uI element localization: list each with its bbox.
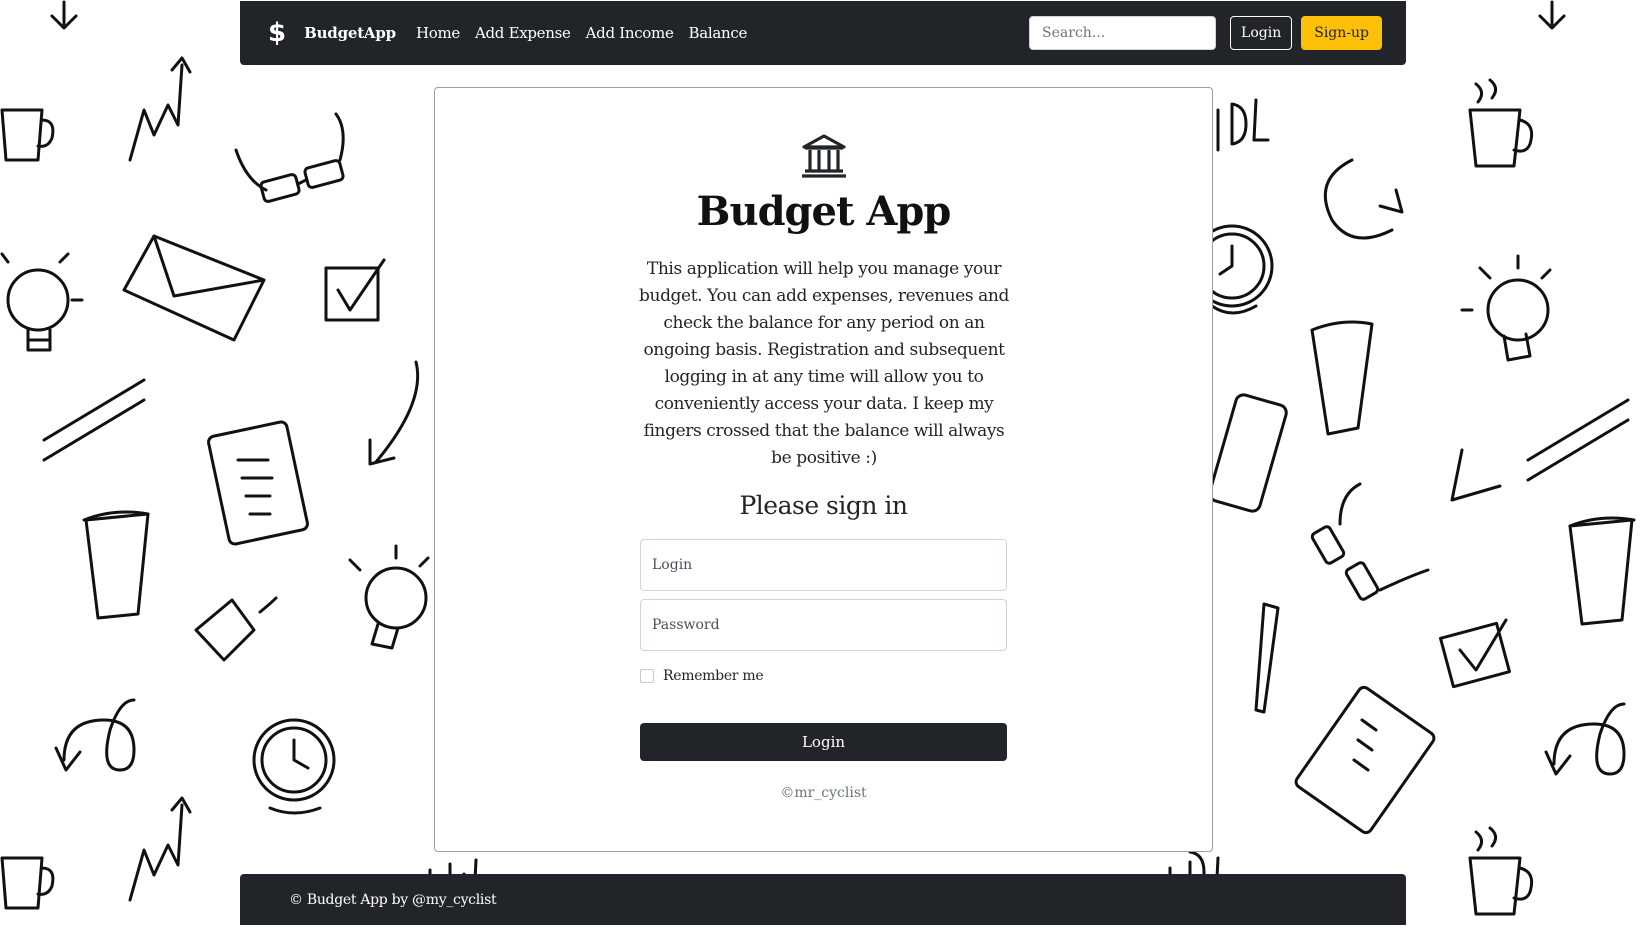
signin-heading: Please sign in <box>739 491 908 520</box>
footer-text: © Budget App by @my_cyclist <box>289 891 497 908</box>
coffee-cup-icon <box>0 108 55 162</box>
nav-links: Home Add Expense Add Income Balance <box>416 24 747 42</box>
arrow-down-icon <box>1538 0 1566 30</box>
remember-me-row: Remember me <box>640 668 764 684</box>
start-text-icon <box>42 378 146 462</box>
clipboard-icon <box>207 420 309 546</box>
clipboard-icon <box>1294 685 1436 835</box>
nav-signup-button[interactable]: Sign-up <box>1301 16 1382 50</box>
arrow-curve-icon <box>368 360 420 466</box>
login-submit-button[interactable]: Login <box>640 723 1007 761</box>
idea-text-icon <box>1216 98 1270 152</box>
lightbulb-icon <box>1460 254 1552 362</box>
envelope-icon <box>122 234 266 342</box>
remember-me-label[interactable]: Remember me <box>663 668 764 684</box>
nav-right: Login Sign-up <box>1029 16 1382 50</box>
nav-login-button[interactable]: Login <box>1230 16 1293 50</box>
loop-arrow-icon <box>54 698 136 772</box>
lightbulb-icon <box>0 252 84 352</box>
checkbox-icon <box>1439 618 1511 689</box>
start-text-icon <box>1526 398 1630 482</box>
coffee-cup-icon <box>1568 516 1636 626</box>
pen-icon <box>1254 602 1280 714</box>
card-copyright: ©mr_cyclist <box>780 785 867 801</box>
signin-card: Budget App This application will help yo… <box>434 87 1213 852</box>
glasses-icon <box>1310 482 1430 601</box>
nav-link-add-income[interactable]: Add Income <box>586 24 674 42</box>
top-navbar: $ BudgetApp Home Add Expense Add Income … <box>240 1 1406 65</box>
coffee-cup-icon <box>0 856 55 910</box>
arrow-corner-icon <box>1450 448 1502 502</box>
arrow-up-icon <box>128 56 192 162</box>
refresh-arrow-icon <box>1323 158 1404 240</box>
login-field[interactable] <box>640 539 1007 591</box>
dollar-icon: $ <box>268 18 287 48</box>
alarm-clock-icon <box>252 718 336 815</box>
page-footer: © Budget App by @my_cyclist <box>240 874 1406 925</box>
checkbox-icon <box>324 258 386 322</box>
nav-link-home[interactable]: Home <box>416 24 460 42</box>
phone-icon <box>1208 393 1288 513</box>
arrow-up-icon <box>128 796 192 902</box>
glasses-icon <box>234 112 345 203</box>
brand-link[interactable]: $ BudgetApp <box>268 18 396 48</box>
search-input[interactable] <box>1029 16 1217 50</box>
brand-name: BudgetApp <box>304 24 396 42</box>
arrow-down-icon <box>50 0 78 30</box>
coffee-cup-icon <box>1310 320 1374 436</box>
nav-link-add-expense[interactable]: Add Expense <box>475 24 571 42</box>
mug-icon <box>194 596 278 662</box>
loop-arrow-icon <box>1544 702 1626 776</box>
remember-me-checkbox[interactable] <box>640 669 654 683</box>
coffee-cup-icon <box>1468 826 1534 916</box>
coffee-cup-icon <box>1468 78 1534 168</box>
nav-link-balance[interactable]: Balance <box>689 24 748 42</box>
app-title: Budget App <box>696 188 952 235</box>
lightbulb-icon <box>348 544 430 650</box>
password-field[interactable] <box>640 599 1007 651</box>
coffee-cup-icon <box>82 510 150 620</box>
app-description: This application will help you manage yo… <box>639 259 1009 468</box>
bank-icon <box>802 134 846 178</box>
